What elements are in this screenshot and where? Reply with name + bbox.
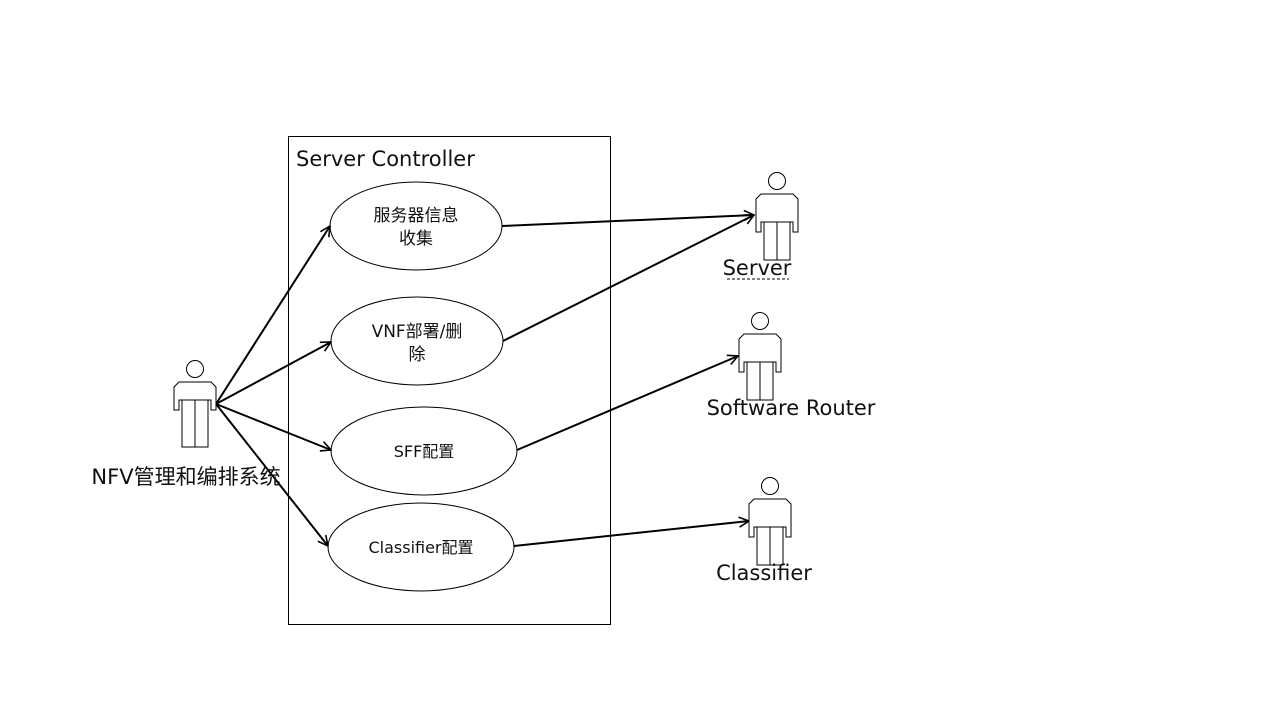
arrow-nfv-to-vnf-deploy [215,341,331,405]
actor-figure-icon [738,312,782,401]
use-case-vnf-deploy[interactable]: VNF部署/删 除 [330,296,504,386]
use-case-server-info[interactable]: 服务器信息 收集 [329,181,503,271]
associations [215,214,754,547]
actor-figure-icon [755,172,799,261]
actor-figure-icon [748,477,792,566]
actor-figure-icon [173,360,217,448]
actor-nfv[interactable]: NFV管理和编排系统 [91,360,281,490]
arrow-classifier-config-to-classifier [513,521,749,547]
use-case-classifier-config[interactable]: Classifier配置 [327,502,515,592]
use-case-classifier-config-label: Classifier配置 [368,538,473,557]
use-case-diagram: Server Controller 服务器信息 收集 VNF部署/删 除 SFF… [91,136,876,625]
actor-nfv-label: NFV管理和编排系统 [91,465,280,489]
arrow-server-info-to-server [501,215,754,227]
actor-classifier[interactable]: Classifier [716,477,812,586]
use-case-vnf-deploy-line1: VNF部署/删 [372,322,463,342]
use-case-vnf-deploy-line2: 除 [409,345,426,365]
system-title: Server Controller [296,147,475,171]
arrow-nfv-to-server-info [215,226,330,405]
use-case-sff-config-label: SFF配置 [394,442,455,461]
actor-software-router-label: Software Router [707,396,876,420]
use-case-server-info-line1: 服务器信息 [374,206,459,226]
arrow-vnf-deploy-to-server [502,214,754,342]
actor-software-router[interactable]: Software Router [707,312,876,421]
arrow-sff-config-to-software-router [516,356,738,451]
actor-server-label: Server [723,256,792,280]
actor-server[interactable]: Server [723,172,799,281]
use-case-sff-config[interactable]: SFF配置 [330,406,518,496]
use-case-server-info-line2: 收集 [399,229,433,249]
actor-classifier-label: Classifier [716,561,812,585]
